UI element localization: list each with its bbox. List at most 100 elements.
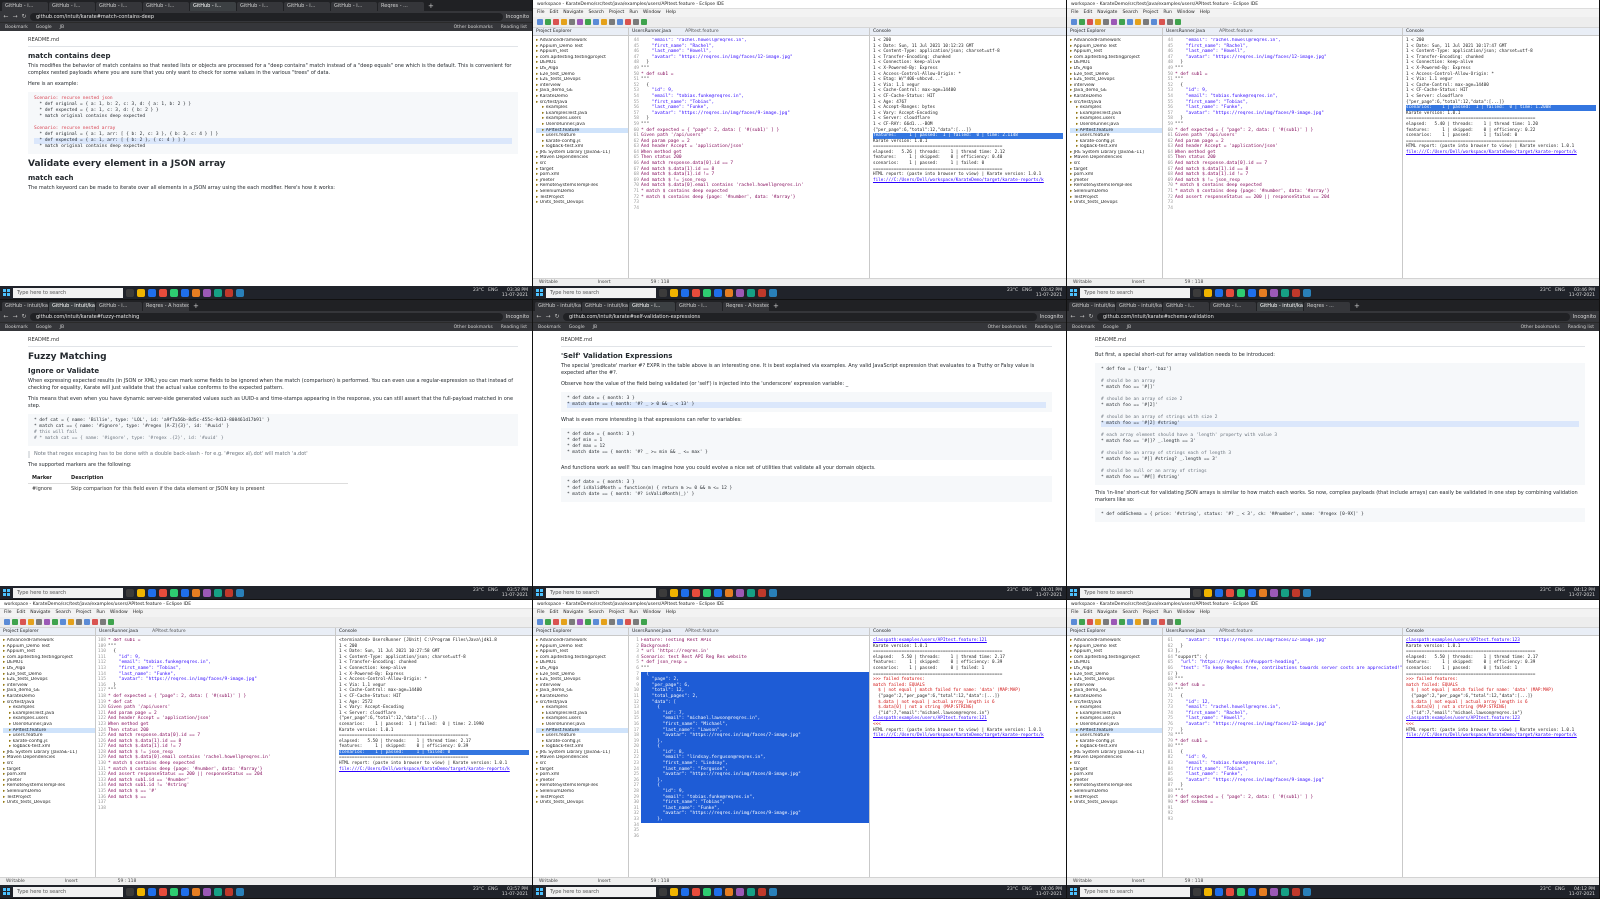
taskbar-app-icon[interactable] <box>670 887 678 896</box>
windows-start-icon[interactable] <box>1070 589 1077 596</box>
toolbar-button-icon[interactable] <box>553 19 559 25</box>
incognito-badge[interactable]: Incognito <box>1040 314 1063 320</box>
taskbar-app-icon[interactable] <box>1303 288 1311 297</box>
toolbar-button-icon[interactable] <box>1127 19 1133 25</box>
menu-item[interactable]: Help <box>666 609 676 617</box>
menu-item[interactable]: Run <box>1163 9 1172 17</box>
toolbar-button-icon[interactable] <box>1119 19 1125 25</box>
taskbar-app-icon[interactable] <box>1204 288 1212 297</box>
forward-icon[interactable]: → <box>545 313 551 320</box>
taskbar-app-icon[interactable] <box>659 588 667 597</box>
windows-start-icon[interactable] <box>1070 888 1077 895</box>
clock[interactable]: 04:12 PM 11-07-2021 <box>1569 588 1595 598</box>
toolbar-button-icon[interactable] <box>593 19 599 25</box>
weather-temperature[interactable]: 23°C <box>473 887 484 897</box>
taskbar-search-input[interactable]: Type here to search <box>1080 287 1190 298</box>
menu-item[interactable]: Navigate <box>563 609 583 617</box>
clock[interactable]: 03:57 PM 11-07-2021 <box>502 887 528 897</box>
weather-temperature[interactable]: 23°C <box>473 288 484 298</box>
clock[interactable]: 03:57 PM 11-07-2021 <box>502 588 528 598</box>
taskbar-app-icon[interactable] <box>236 887 244 896</box>
tree-item[interactable]: ▸ Units_tests_Devops <box>3 800 95 806</box>
incognito-badge[interactable]: Incognito <box>506 314 529 320</box>
menu-item[interactable]: Navigate <box>30 609 50 617</box>
browser-tab[interactable]: GitHub - intuit/karate... <box>582 302 628 311</box>
editor-source[interactable]: Feature: Testing Rest APIs Background: * u… <box>641 638 869 839</box>
browser-tab[interactable]: GitHub - i... <box>143 2 189 11</box>
toolbar-button-icon[interactable] <box>633 19 639 25</box>
taskbar-app-icon[interactable] <box>137 288 145 297</box>
menu-item[interactable]: Navigate <box>1097 609 1117 617</box>
taskbar-app-icon[interactable] <box>1248 588 1256 597</box>
weather-temperature[interactable]: 23°C <box>1540 887 1551 897</box>
toolbar-button-icon[interactable] <box>641 19 647 25</box>
toolbar-button-icon[interactable] <box>537 619 543 625</box>
menu-item[interactable]: Search <box>1122 609 1137 617</box>
editor-source[interactable]: "email": "rachel.howell@reqres.in", "fir… <box>641 38 869 211</box>
toolbar-button-icon[interactable] <box>585 619 591 625</box>
toolbar-button-icon[interactable] <box>1079 619 1085 625</box>
taskbar-app-icon[interactable] <box>181 588 189 597</box>
back-icon[interactable]: ← <box>3 13 9 20</box>
taskbar-app-icon[interactable] <box>225 288 233 297</box>
toolbar-button-icon[interactable] <box>1167 619 1173 625</box>
menu-item[interactable]: File <box>1071 9 1079 17</box>
menu-item[interactable]: Edit <box>17 609 26 617</box>
menu-item[interactable]: File <box>537 9 545 17</box>
new-tab-button[interactable]: + <box>425 2 437 11</box>
toolbar-button-icon[interactable] <box>1151 19 1157 25</box>
clock[interactable]: 03:42 PM 11-07-2021 <box>1036 288 1062 298</box>
taskbar-app-icon[interactable] <box>170 588 178 597</box>
toolbar-button-icon[interactable] <box>1111 619 1117 625</box>
menu-item[interactable]: Window <box>110 609 128 617</box>
taskbar-app-icon[interactable] <box>1215 288 1223 297</box>
taskbar-app-icon[interactable] <box>747 588 755 597</box>
taskbar-app-icon[interactable] <box>1204 588 1212 597</box>
taskbar-app-icon[interactable] <box>758 887 766 896</box>
toolbar-button-icon[interactable] <box>625 19 631 25</box>
taskbar-search-input[interactable]: Type here to search <box>546 287 656 298</box>
toolbar-button-icon[interactable] <box>1079 19 1085 25</box>
taskbar-app-icon[interactable] <box>1303 588 1311 597</box>
taskbar-app-icon[interactable] <box>181 887 189 896</box>
toolbar-button-icon[interactable] <box>601 619 607 625</box>
taskbar-app-icon[interactable] <box>192 588 200 597</box>
new-tab-button[interactable]: + <box>1351 302 1363 311</box>
taskbar-app-icon[interactable] <box>758 288 766 297</box>
other-bookmarks[interactable]: Other bookmarks <box>988 325 1027 330</box>
reading-list[interactable]: Reading list <box>501 325 527 330</box>
taskbar-app-icon[interactable] <box>714 887 722 896</box>
toolbar-button-icon[interactable] <box>577 19 583 25</box>
taskbar-app-icon[interactable] <box>1193 887 1201 896</box>
tree-item[interactable]: ▸ Units_tests_Devops <box>1070 200 1162 206</box>
taskbar-app-icon[interactable] <box>1215 887 1223 896</box>
browser-tab[interactable]: GitHub - i... <box>676 302 722 311</box>
taskbar-app-icon[interactable] <box>148 887 156 896</box>
toolbar-button-icon[interactable] <box>36 619 42 625</box>
toolbar-button-icon[interactable] <box>4 619 10 625</box>
toolbar-button-icon[interactable] <box>1119 619 1125 625</box>
menu-item[interactable]: Help <box>666 9 676 17</box>
toolbar-button-icon[interactable] <box>625 619 631 625</box>
tree-item[interactable]: ▸ Units_tests_Devops <box>536 200 628 206</box>
taskbar-search-input[interactable]: Type here to search <box>1080 587 1190 598</box>
menu-item[interactable]: Navigate <box>563 9 583 17</box>
browser-tab[interactable]: GitHub - intuit/karate: Test A... <box>49 302 95 311</box>
weather-temperature[interactable]: 23°C <box>1007 288 1018 298</box>
forward-icon[interactable]: → <box>12 313 18 320</box>
language-indicator[interactable]: ENG <box>488 288 498 298</box>
taskbar-app-icon[interactable] <box>214 588 222 597</box>
tab-users-runner[interactable]: UsersRunner.java <box>99 629 138 634</box>
reload-icon[interactable]: ↻ <box>1088 313 1094 320</box>
language-indicator[interactable]: ENG <box>1555 288 1565 298</box>
taskbar-app-icon[interactable] <box>126 887 134 896</box>
taskbar-app-icon[interactable] <box>703 887 711 896</box>
tab-apitest-feature[interactable]: APItest.feature <box>152 629 185 634</box>
taskbar-app-icon[interactable] <box>126 288 134 297</box>
taskbar-app-icon[interactable] <box>214 288 222 297</box>
tree-item[interactable]: ▸ Units_tests_Devops <box>536 800 628 806</box>
url-input[interactable]: github.com/intuit/karate#schema-validati… <box>1097 312 1570 321</box>
toolbar-button-icon[interactable] <box>1143 619 1149 625</box>
browser-tab[interactable]: GitHub - i... <box>49 2 95 11</box>
reload-icon[interactable]: ↻ <box>554 313 560 320</box>
